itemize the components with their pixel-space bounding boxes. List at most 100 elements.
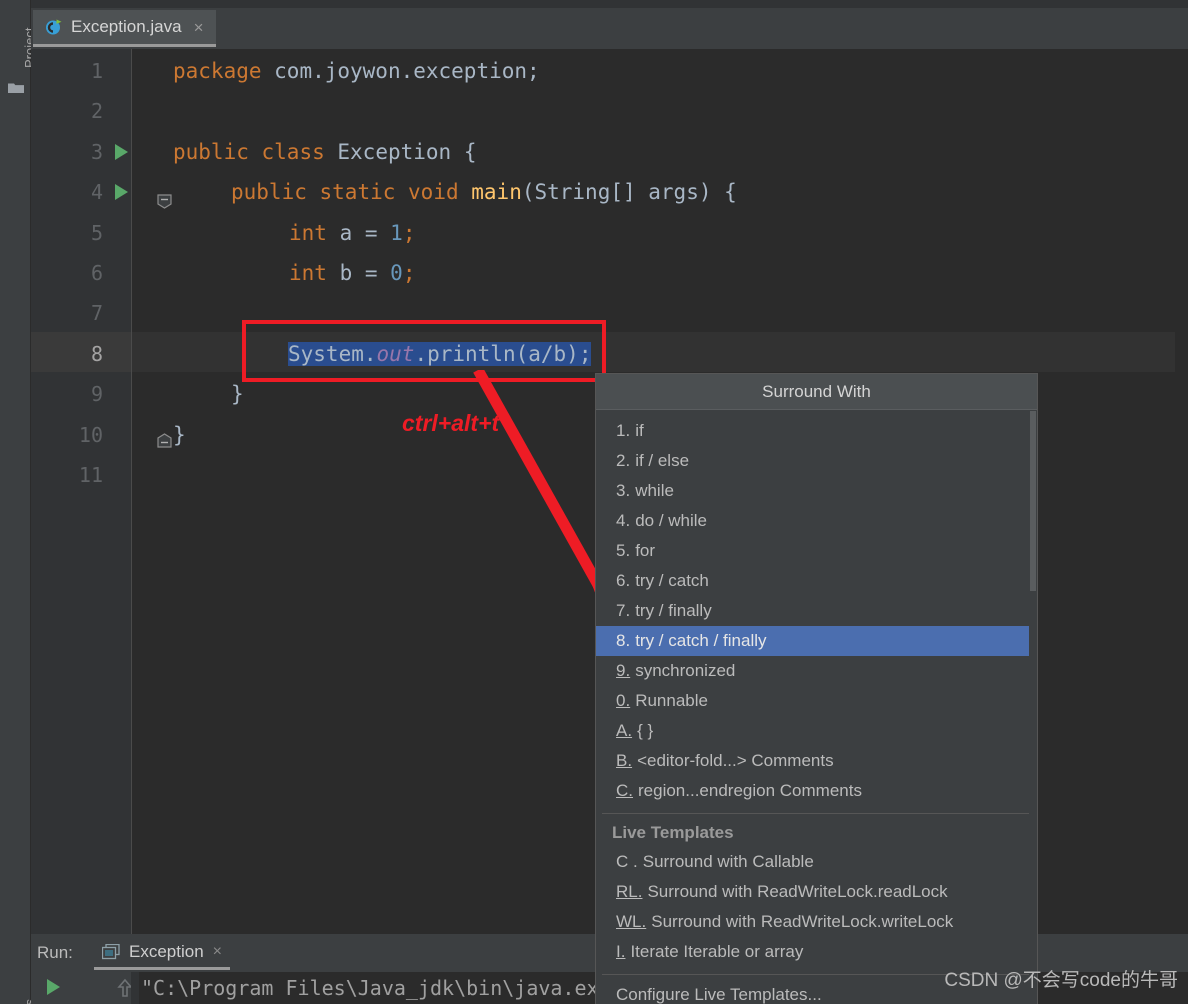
tab-label: Exception.java (71, 17, 182, 36)
popup-menu-list[interactable]: 1. if 2. if / else 3. while 4. do / while 5.… (596, 410, 1037, 1004)
editor-line: 8 (31, 334, 1188, 374)
menu-group-live-templates: Live Templates (612, 823, 734, 842)
menu-item-surround-with-callable[interactable]: C . Surround with Callable (596, 847, 1037, 877)
menu-item-surround-writelock[interactable]: WL. Surround with ReadWriteLock.writeLock (596, 907, 1037, 937)
editor-tab-bar: Exception.java × (31, 8, 1188, 49)
popup-scrollbar[interactable] (1029, 411, 1037, 1004)
close-icon[interactable]: × (213, 943, 222, 961)
line-number: 8 (90, 341, 103, 366)
menu-mnemonic: I. (616, 942, 626, 961)
popup-title: Surround With (596, 374, 1037, 410)
line-number: 9 (90, 382, 103, 407)
code-line-3: public class Exception { (173, 132, 477, 172)
menu-item-label: while (635, 481, 674, 500)
menu-item-if-else[interactable]: 2. if / else (596, 446, 1037, 476)
code-line-4: public static void main(String[] args) { (231, 172, 737, 212)
watermark-label: CSDN @不会写code的牛哥 (944, 970, 1178, 991)
console-gutter (131, 972, 139, 1004)
menu-item-region-comments[interactable]: C. region...endregion Comments (596, 776, 1037, 806)
menu-item-label: region...endregion Comments (638, 781, 862, 800)
code-line-5: int a = 1; (289, 213, 415, 253)
code-token-classname: Exception (337, 139, 452, 164)
code-token-text: com.joywon.exception; (261, 59, 540, 83)
menu-item-braces[interactable]: A.{ } (596, 716, 1037, 746)
code-token-keyword: void (408, 180, 459, 205)
menu-mnemonic: 7. (616, 601, 631, 620)
menu-mnemonic: 8. (616, 631, 631, 650)
annotation-shortcut-label: ctrl+alt+t (402, 410, 500, 436)
menu-item-for[interactable]: 5. for (596, 536, 1037, 566)
code-line-10: } (173, 415, 186, 455)
menu-mnemonic: C. (616, 781, 633, 800)
code-token-brace: } (231, 382, 244, 407)
run-gutter-icon[interactable] (115, 143, 128, 160)
menu-mnemonic: C . (616, 852, 638, 871)
menu-item-try-finally[interactable]: 7. try / finally (596, 596, 1037, 626)
run-tab-exception[interactable]: Exception × (94, 937, 231, 970)
run-panel-label: Run: (37, 943, 73, 962)
menu-item-label: Surround with ReadWriteLock.readLock (647, 882, 948, 901)
line-number: 7 (90, 301, 103, 326)
menu-item-editor-fold-comments[interactable]: B. <editor-fold...> Comments (596, 746, 1037, 776)
menu-mnemonic: 3. (616, 481, 631, 500)
menu-item-label: for (635, 541, 656, 560)
close-icon[interactable]: × (194, 19, 204, 36)
menu-item-try-catch-finally[interactable]: 8. try / catch / finally (596, 626, 1037, 656)
line-number: 6 (90, 261, 103, 285)
code-token-keyword: int (289, 220, 327, 245)
rerun-icon[interactable] (47, 979, 60, 995)
run-gutter-icon[interactable] (115, 184, 128, 201)
menu-mnemonic: 2. (616, 451, 631, 470)
editor-scrollbar[interactable] (1175, 49, 1188, 934)
menu-item-label: { } (637, 721, 654, 740)
menu-mnemonic: 6. (616, 571, 631, 590)
menu-item-if[interactable]: 1. if (596, 416, 1037, 446)
popup-scrollbar-thumb[interactable] (1030, 411, 1036, 591)
menu-item-do-while[interactable]: 4. do / while (596, 506, 1037, 536)
menu-item-label: Iterate Iterable or array (630, 942, 804, 961)
menu-mnemonic: 5. (616, 541, 631, 560)
editor-line: 7 (31, 293, 1188, 333)
menu-item-label: Surround with Callable (642, 852, 814, 871)
selected-code-text[interactable]: System.out.println(a/b); (288, 341, 592, 366)
code-token-static-field: out (376, 341, 415, 366)
menu-item-surround-readlock[interactable]: RL. Surround with ReadWriteLock.readLock (596, 877, 1037, 907)
run-console-toolbar (31, 972, 133, 1004)
code-token-text: .println(a/b); (414, 341, 592, 366)
java-class-icon (46, 19, 62, 35)
folder-icon (8, 83, 24, 93)
code-token-text: b = (326, 261, 391, 285)
code-line-9: } (231, 374, 244, 414)
menu-item-runnable[interactable]: 0. Runnable (596, 686, 1037, 716)
menu-item-label: Surround with ReadWriteLock.writeLock (651, 912, 954, 931)
menu-mnemonic: B. (616, 751, 633, 770)
editor-line: 2 (31, 91, 1188, 131)
code-token-semicolon: ; (402, 220, 416, 245)
editor-tab-exception-java[interactable]: Exception.java × (33, 10, 216, 47)
menu-item-synchronized[interactable]: 9. synchronized (596, 656, 1037, 686)
menu-item-label: try / finally (635, 601, 712, 620)
menu-mnemonic: RL. (616, 882, 643, 901)
menu-mnemonic: 1. (616, 421, 631, 440)
menu-item-iterate-iterable[interactable]: I. Iterate Iterable or array (596, 937, 1037, 967)
code-line-6: int b = 0; (289, 253, 415, 293)
menu-item-try-catch[interactable]: 6. try / catch (596, 566, 1037, 596)
code-token-text: a = (326, 220, 391, 245)
code-token-number: 0 (390, 261, 403, 285)
code-token-keyword: int (289, 261, 327, 285)
menu-item-label: Runnable (635, 691, 708, 710)
code-token-keyword: public (231, 180, 307, 205)
menu-item-label: if (635, 421, 644, 440)
window-top-strip (0, 0, 1188, 8)
line-number: 5 (90, 220, 103, 245)
ide-window: Project ks Exception.java × (0, 0, 1188, 1004)
menu-item-label: synchronized (635, 661, 736, 680)
line-number: 3 (90, 139, 103, 164)
line-number: 4 (90, 180, 103, 205)
line-number: 2 (90, 99, 103, 124)
line-number: 1 (90, 59, 103, 83)
surround-with-popup[interactable]: Surround With 1. if 2. if / else 3. while 4… (595, 373, 1038, 1004)
code-token-keyword: static (319, 180, 396, 205)
menu-item-while[interactable]: 3. while (596, 476, 1037, 506)
editor-line: 6 (31, 253, 1188, 293)
